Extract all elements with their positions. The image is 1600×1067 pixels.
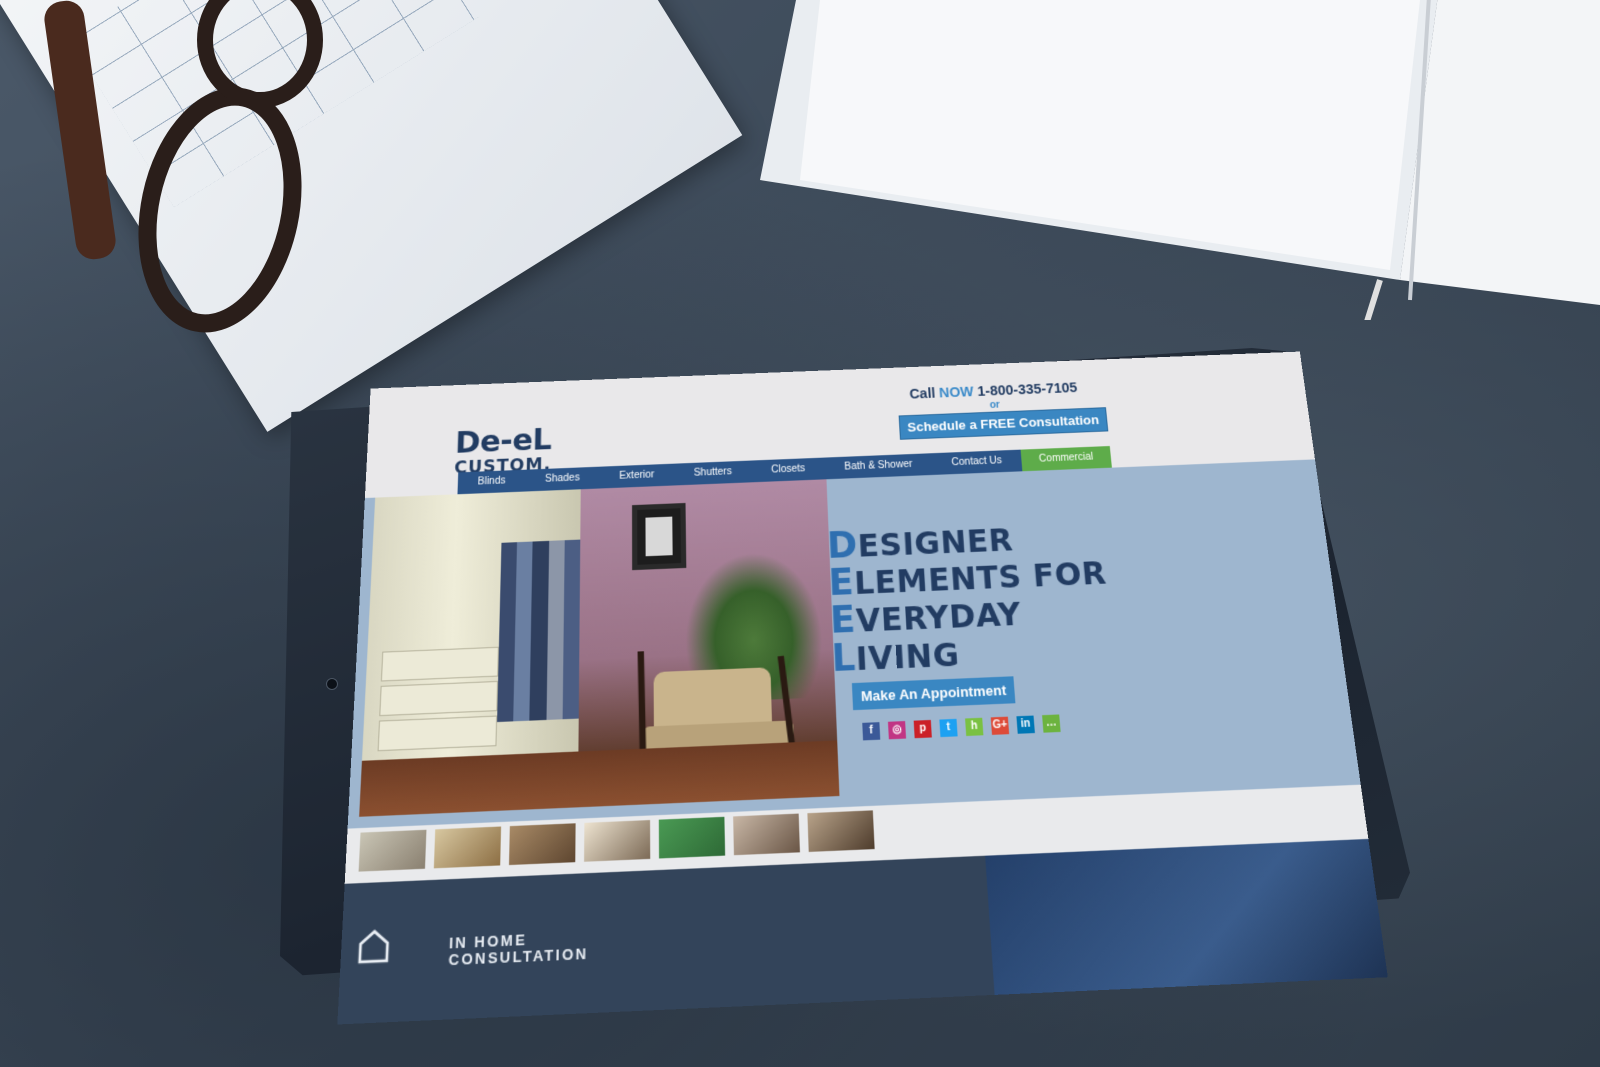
nav-item-shutters[interactable]: Shutters <box>674 461 752 486</box>
thumbnail[interactable] <box>657 814 728 860</box>
thumbnail[interactable] <box>432 824 504 871</box>
nav-item-shades[interactable]: Shades <box>525 467 599 492</box>
in-home-consultation-label[interactable]: IN HOME CONSULTATION <box>448 927 628 968</box>
tablet-camera <box>326 678 338 690</box>
thumbnail[interactable] <box>507 821 578 868</box>
chat-icon[interactable]: … <box>1042 714 1061 732</box>
call-now-word: NOW <box>939 384 974 401</box>
schedule-consultation-button[interactable]: Schedule a FREE Consultation <box>899 407 1109 440</box>
consultation-photo <box>985 839 1388 995</box>
open-notebook <box>740 0 1600 320</box>
thumbnail[interactable] <box>356 827 428 874</box>
hero-tagline: DESIGNER ELEMENTS FOR EVERYDAY LIVING <box>826 518 1115 679</box>
thumbnail[interactable] <box>731 811 802 857</box>
facebook-icon[interactable]: f <box>862 722 880 740</box>
tablet-screen: De-eL CUSTOM. Call NOW 1-800-335-7105 or… <box>337 352 1387 1025</box>
hero-section: DESIGNER ELEMENTS FOR EVERYDAY LIVING Ma… <box>348 459 1361 828</box>
nav-item-exterior[interactable]: Exterior <box>599 464 674 489</box>
house-icon <box>356 926 391 966</box>
call-prefix: Call <box>909 385 936 401</box>
thumbnail[interactable] <box>582 818 653 864</box>
logo-line1: De-eL <box>455 426 552 459</box>
social-links: f ◎ p t h G+ in … <box>862 714 1060 740</box>
or-separator: or <box>989 400 1000 411</box>
twitter-icon[interactable]: t <box>939 719 957 737</box>
google-plus-icon[interactable]: G+ <box>991 717 1009 735</box>
thumbnail[interactable] <box>805 808 877 854</box>
instagram-icon[interactable]: ◎ <box>888 721 906 739</box>
pinterest-icon[interactable]: p <box>914 720 932 738</box>
eyeglasses <box>30 0 330 380</box>
phone-number[interactable]: 1-800-335-7105 <box>977 380 1078 399</box>
linkedin-icon[interactable]: in <box>1016 716 1034 734</box>
make-appointment-button[interactable]: Make An Appointment <box>852 676 1016 710</box>
nav-item-closets[interactable]: Closets <box>751 458 825 483</box>
hero-photo-closet <box>359 479 839 817</box>
nav-item-blinds[interactable]: Blinds <box>457 470 525 495</box>
houzz-icon[interactable]: h <box>965 718 983 736</box>
call-now-line: Call NOW 1-800-335-7105 <box>909 380 1078 402</box>
